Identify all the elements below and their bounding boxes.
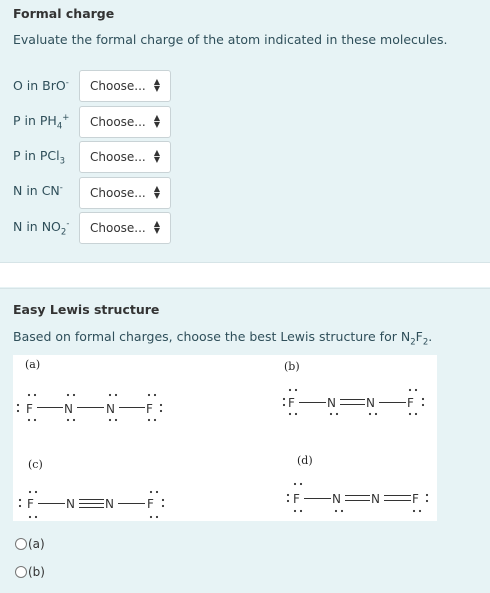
structure-d: F N N F bbox=[286, 482, 429, 513]
row-label-bro: O in BrO- bbox=[13, 78, 69, 94]
radio-option-a[interactable]: (a) bbox=[15, 537, 45, 551]
select-bro[interactable]: Choose... ▲ ▼ bbox=[79, 70, 171, 102]
svg-text:N: N bbox=[106, 402, 115, 416]
radio-circle-icon[interactable] bbox=[15, 538, 27, 550]
svg-text:N: N bbox=[332, 492, 341, 506]
svg-text:F: F bbox=[27, 497, 34, 511]
svg-text:N: N bbox=[66, 497, 75, 511]
structure-a: F N N F bbox=[16, 393, 163, 422]
formal-charge-question: Formal charge Evaluate the formal charge… bbox=[0, 0, 490, 263]
svg-text:F: F bbox=[26, 402, 33, 416]
structure-b: F N N F bbox=[282, 388, 425, 416]
svg-text:F: F bbox=[412, 492, 419, 506]
radio-circle-icon[interactable] bbox=[15, 566, 27, 578]
svg-text:F: F bbox=[147, 497, 154, 511]
svg-text:F: F bbox=[288, 396, 295, 410]
updown-arrow-icon: ▲ ▼ bbox=[153, 148, 160, 164]
svg-text:N: N bbox=[371, 492, 380, 506]
updown-arrow-icon: ▲ ▼ bbox=[153, 77, 160, 93]
question-separator bbox=[0, 263, 490, 287]
svg-text:N: N bbox=[327, 396, 336, 410]
select-ph4[interactable]: Choose... ▲ ▼ bbox=[79, 106, 171, 138]
updown-arrow-icon: ▲ ▼ bbox=[153, 219, 160, 235]
radio-option-b[interactable]: (b) bbox=[15, 565, 45, 579]
updown-arrow-icon: ▲ ▼ bbox=[153, 184, 160, 200]
structure-c: F N N F bbox=[18, 490, 165, 519]
lewis-structure-drawings: F N N F F N N F F N N F F N N F bbox=[16, 388, 429, 519]
question-title: Formal charge bbox=[13, 6, 115, 21]
select-no2[interactable]: Choose... ▲ ▼ bbox=[79, 212, 171, 244]
question-prompt: Evaluate the formal charge of the atom i… bbox=[13, 32, 448, 47]
row-label-cn: N in CN- bbox=[13, 183, 63, 199]
question-prompt: Based on formal charges, choose the best… bbox=[13, 329, 433, 348]
row-label-no2: N in NO2- bbox=[13, 219, 70, 238]
row-label-pcl3: P in PCl3 bbox=[13, 148, 66, 167]
svg-text:F: F bbox=[146, 402, 153, 416]
lewis-structures-image: (a) (b) (c) (d) F N N F F N N F F N N F … bbox=[13, 355, 437, 521]
svg-text:N: N bbox=[105, 497, 114, 511]
updown-arrow-icon: ▲ ▼ bbox=[153, 113, 160, 129]
select-pcl3[interactable]: Choose... ▲ ▼ bbox=[79, 141, 171, 173]
svg-text:N: N bbox=[366, 396, 375, 410]
question-title: Easy Lewis structure bbox=[13, 302, 160, 317]
svg-text:F: F bbox=[293, 492, 300, 506]
svg-text:F: F bbox=[407, 396, 414, 410]
select-cn[interactable]: Choose... ▲ ▼ bbox=[79, 177, 171, 209]
svg-text:N: N bbox=[64, 402, 73, 416]
row-label-ph4: P in PH4+ bbox=[13, 113, 70, 132]
